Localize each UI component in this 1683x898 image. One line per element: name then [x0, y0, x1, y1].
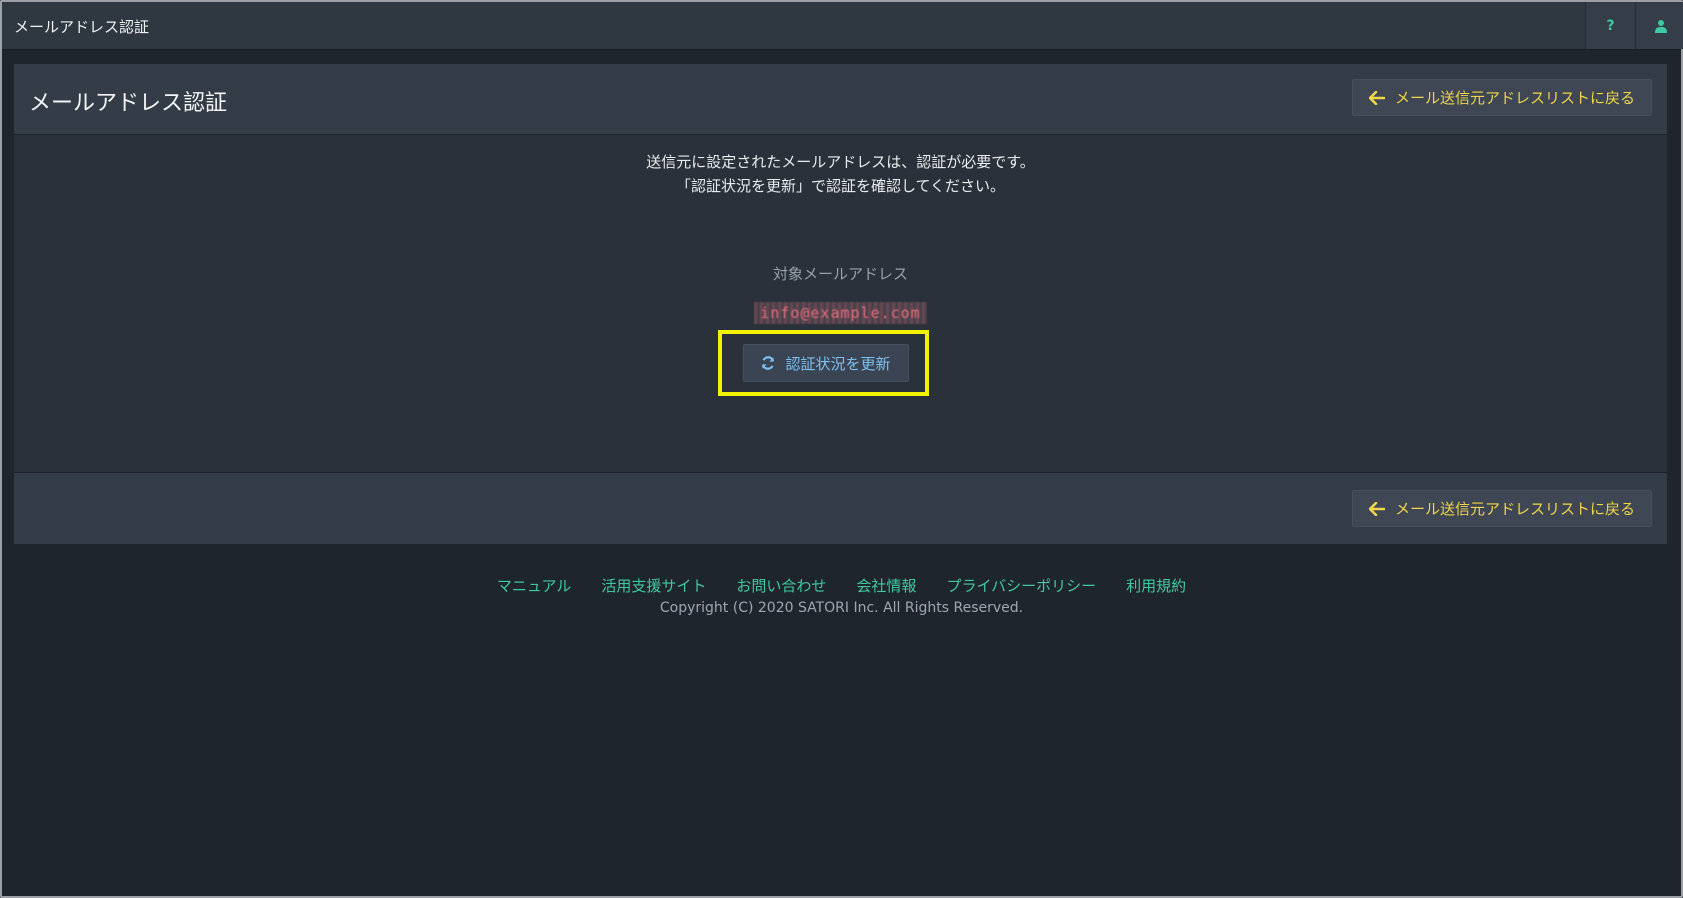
top-bar: メールアドレス認証 ?: [2, 2, 1683, 50]
back-button-label: メール送信元アドレスリストに戻る: [1394, 500, 1635, 518]
panel-footer: メール送信元アドレスリストに戻る: [14, 472, 1667, 544]
instruction-message: 送信元に設定されたメールアドレスは、認証が必要です。 「認証状況を更新」で認証を…: [14, 150, 1667, 198]
message-line-1: 送信元に設定されたメールアドレスは、認証が必要です。: [646, 153, 1035, 171]
main-panel: メールアドレス認証 メール送信元アドレスリストに戻る 送信元に設定されたメールア…: [14, 64, 1667, 544]
target-email-label: 対象メールアドレス: [772, 265, 908, 283]
footer-link-manual[interactable]: マニュアル: [497, 575, 572, 596]
target-email-text: info@example.com: [754, 302, 927, 324]
footer-link-contact[interactable]: お問い合わせ: [736, 575, 826, 596]
back-button-label: メール送信元アドレスリストに戻る: [1394, 89, 1635, 107]
arrow-left-icon: [1368, 90, 1385, 105]
arrow-left-icon: [1368, 501, 1385, 516]
refresh-button-label: 認証状況を更新: [785, 354, 891, 373]
footer-link-terms[interactable]: 利用規約: [1126, 575, 1186, 596]
refresh-status-button[interactable]: 認証状況を更新: [743, 344, 909, 382]
back-to-list-button-bottom[interactable]: メール送信元アドレスリストに戻る: [1352, 490, 1652, 527]
page-title: メールアドレス認証: [29, 91, 228, 116]
target-email-value: info@example.com: [14, 302, 1667, 324]
user-button[interactable]: [1635, 2, 1683, 49]
back-to-list-button-top[interactable]: メール送信元アドレスリストに戻る: [1352, 79, 1652, 116]
footer-links: マニュアル 活用支援サイト お問い合わせ 会社情報 プライバシーポリシー 利用規…: [0, 575, 1683, 596]
panel-header: メールアドレス認証 メール送信元アドレスリストに戻る: [14, 64, 1667, 135]
copyright: Copyright (C) 2020 SATORI Inc. All Right…: [659, 600, 1024, 616]
footer-link-privacy[interactable]: プライバシーポリシー: [946, 575, 1096, 596]
panel-body: 送信元に設定されたメールアドレスは、認証が必要です。 「認証状況を更新」で認証を…: [14, 135, 1667, 472]
footer-link-support-site[interactable]: 活用支援サイト: [601, 575, 706, 596]
footer-link-company[interactable]: 会社情報: [856, 575, 916, 596]
help-button[interactable]: ?: [1585, 2, 1635, 49]
refresh-icon: [762, 356, 775, 370]
app-title: メールアドレス認証: [14, 18, 150, 36]
user-icon: [1654, 19, 1667, 33]
question-icon: ?: [1606, 17, 1615, 34]
message-line-2: 「認証状況を更新」で認証を確認してください。: [675, 177, 1006, 195]
